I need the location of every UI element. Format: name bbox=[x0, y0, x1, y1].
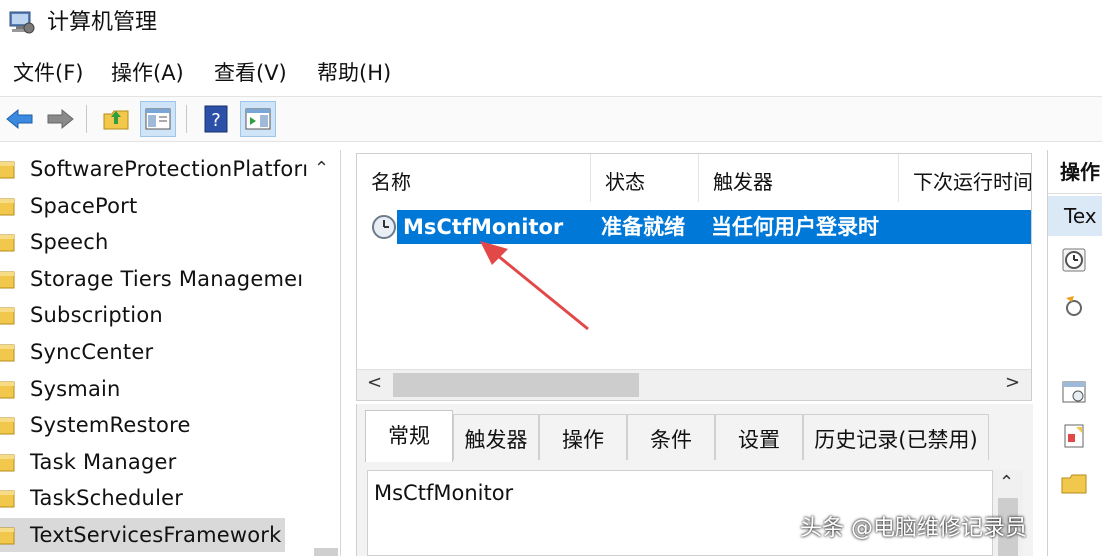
tree-item[interactable]: Sysmain bbox=[0, 372, 310, 406]
show-hide-action-pane-button[interactable] bbox=[240, 101, 276, 137]
folder-icon bbox=[0, 417, 15, 435]
clock-icon bbox=[372, 215, 396, 239]
watermark: 头条 @电脑维修记录员 bbox=[800, 516, 1027, 541]
calendar-task-icon[interactable] bbox=[1060, 378, 1088, 406]
column-header-next-run[interactable]: 下次运行时间 bbox=[899, 154, 1031, 202]
task-status-cell: 准备就绪 bbox=[601, 215, 685, 239]
tree-item[interactable]: SoftwareProtectionPlatforı bbox=[0, 152, 310, 186]
tree-item-label: Storage Tiers Managemeı bbox=[30, 266, 304, 291]
folder-up-icon bbox=[103, 110, 129, 130]
forward-button[interactable] bbox=[42, 101, 78, 137]
show-action-pane-icon bbox=[245, 108, 271, 130]
menu-file[interactable]: 文件(F) bbox=[13, 58, 83, 88]
console-tree[interactable]: SoftwareProtectionPlatforı SpacePort Speec… bbox=[0, 150, 341, 556]
help-icon: ? bbox=[204, 105, 228, 133]
toolbar-separator bbox=[186, 105, 187, 133]
folder-icon bbox=[0, 490, 15, 508]
task-name-cell: MsCtfMonitor bbox=[403, 215, 564, 239]
tree-item[interactable]: Task Manager bbox=[0, 445, 310, 479]
column-header-status[interactable]: 状态 bbox=[591, 154, 699, 202]
tab-triggers[interactable]: 触发器 bbox=[453, 414, 539, 460]
scroll-up-icon[interactable]: ⌃ bbox=[999, 472, 1014, 493]
menu-action[interactable]: 操作(A) bbox=[111, 58, 184, 88]
computer-management-icon bbox=[9, 11, 35, 34]
folder-icon bbox=[0, 198, 15, 216]
toolbar-separator bbox=[86, 105, 87, 133]
end-task-icon[interactable] bbox=[1060, 292, 1088, 320]
tree-scrollbar[interactable]: ⌃ bbox=[310, 150, 340, 556]
forward-arrow-icon bbox=[47, 108, 74, 130]
horizontal-scrollbar[interactable]: < > bbox=[357, 369, 1031, 400]
tree-item-label: SystemRestore bbox=[30, 413, 191, 438]
folder-icon bbox=[0, 381, 15, 399]
tree-item-label: Task Manager bbox=[30, 449, 177, 474]
actions-pane: 操作 Tex bbox=[1047, 150, 1102, 556]
folder-icon bbox=[0, 344, 15, 362]
tab-conditions[interactable]: 条件 bbox=[627, 414, 715, 460]
column-header-trigger[interactable]: 触发器 bbox=[699, 154, 899, 202]
tree-item-label: SpacePort bbox=[30, 193, 138, 218]
menu-bar: 文件(F) 操作(A) 查看(V) 帮助(H) bbox=[0, 56, 1102, 90]
scroll-right-icon[interactable]: > bbox=[1005, 372, 1020, 393]
back-button[interactable] bbox=[2, 101, 38, 137]
table-row[interactable]: MsCtfMonitor 准备就绪 当任何用户登录时 bbox=[371, 210, 1031, 244]
menu-view[interactable]: 查看(V) bbox=[214, 58, 287, 88]
toolbar: ? bbox=[0, 96, 1102, 142]
window-title: 计算机管理 bbox=[47, 10, 158, 35]
properties-icon[interactable] bbox=[1060, 422, 1088, 450]
tree-scroll-thumb[interactable] bbox=[314, 548, 338, 556]
actions-selected-item[interactable]: Tex bbox=[1048, 196, 1102, 236]
tree-item[interactable]: Subscription bbox=[0, 298, 310, 332]
folder-icon[interactable] bbox=[1060, 470, 1088, 498]
show-tree-icon bbox=[145, 108, 171, 130]
title-bar: 计算机管理 bbox=[0, 0, 1102, 48]
tree-item[interactable]: TextServicesFramework bbox=[0, 518, 285, 552]
svg-text:?: ? bbox=[211, 110, 221, 131]
tree-item[interactable]: Storage Tiers Managemeı bbox=[0, 262, 310, 296]
show-hide-console-tree-button[interactable] bbox=[140, 101, 176, 137]
task-trigger-cell: 当任何用户登录时 bbox=[711, 215, 879, 239]
task-name-field[interactable]: MsCtfMonitor bbox=[374, 479, 513, 507]
tree-item[interactable]: TaskScheduler bbox=[0, 481, 310, 515]
tree-item[interactable]: SyncCenter bbox=[0, 335, 310, 369]
task-list[interactable]: 名称 状态 触发器 下次运行时间 MsCtfMonitor 准备就绪 当任何用户… bbox=[356, 153, 1032, 401]
scroll-up-icon[interactable]: ⌃ bbox=[314, 158, 329, 179]
up-one-level-button[interactable] bbox=[98, 101, 134, 137]
back-arrow-icon bbox=[6, 108, 33, 130]
tree-item[interactable]: SystemRestore bbox=[0, 408, 310, 442]
tree-item[interactable]: SpacePort bbox=[0, 189, 310, 223]
tree-item-label: Speech bbox=[30, 230, 109, 255]
tree-item-label: Subscription bbox=[30, 303, 163, 328]
tree-item-label: Sysmain bbox=[30, 376, 121, 401]
folder-icon bbox=[0, 454, 15, 472]
run-task-icon[interactable] bbox=[1060, 246, 1088, 274]
folder-icon bbox=[0, 307, 15, 325]
horizontal-scroll-thumb[interactable] bbox=[393, 373, 639, 397]
folder-icon bbox=[0, 234, 15, 252]
help-button[interactable]: ? bbox=[198, 101, 234, 137]
folder-icon bbox=[0, 161, 15, 179]
tree-item-label: SoftwareProtectionPlatforı bbox=[30, 157, 309, 181]
tree-item-label: TextServicesFramework bbox=[30, 523, 282, 547]
tab-actions[interactable]: 操作 bbox=[539, 414, 627, 460]
tab-settings[interactable]: 设置 bbox=[715, 414, 803, 460]
tree-item-label: SyncCenter bbox=[30, 340, 154, 364]
column-header-name[interactable]: 名称 bbox=[357, 154, 591, 202]
tab-general[interactable]: 常规 bbox=[365, 410, 453, 462]
tab-history[interactable]: 历史记录(已禁用) bbox=[803, 414, 989, 460]
tree-item[interactable]: Speech bbox=[0, 225, 310, 259]
scroll-left-icon[interactable]: < bbox=[367, 372, 382, 393]
actions-pane-header: 操作 bbox=[1048, 150, 1102, 194]
folder-icon bbox=[0, 271, 15, 289]
menu-help[interactable]: 帮助(H) bbox=[317, 58, 391, 88]
folder-icon bbox=[0, 527, 15, 545]
tree-item-label: TaskScheduler bbox=[30, 486, 184, 511]
